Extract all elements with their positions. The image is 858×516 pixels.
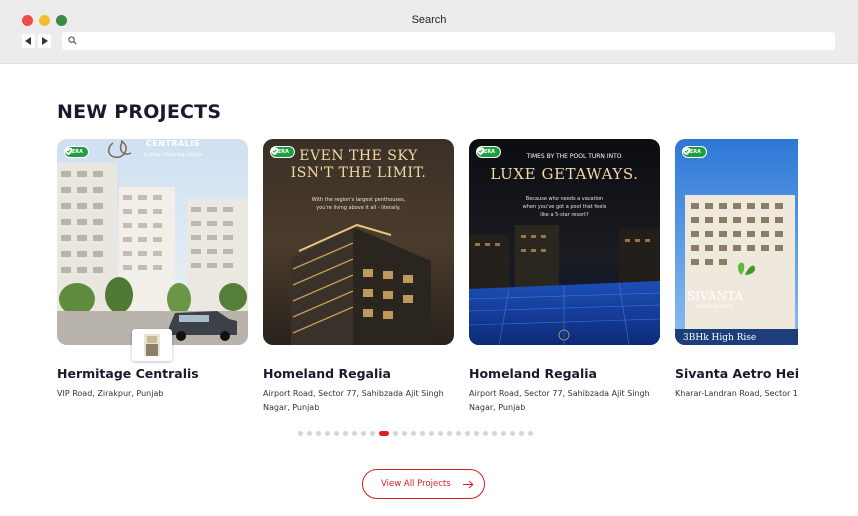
window-title: Search <box>411 14 447 26</box>
pagination-dot[interactable] <box>519 431 524 436</box>
project-address: Airport Road, Sector 77, Sahibzada Ajit … <box>469 389 650 412</box>
view-all-projects-label: View All Projects <box>381 479 451 489</box>
brand-subtext: AETRO HEIGHTS <box>696 305 734 310</box>
headline-big: LUXE GETAWAYS. <box>490 165 639 183</box>
project-card[interactable]: RERA EVEN THE SKY ISN'T THE LIMIT. With … <box>263 139 454 415</box>
forward-button[interactable] <box>38 34 51 48</box>
pagination-dot[interactable] <box>528 431 533 436</box>
search-icon <box>68 36 77 45</box>
brand-tagline: Crafting A Blooming Lifestyle <box>143 152 203 157</box>
pagination-dot[interactable] <box>429 431 434 436</box>
project-address: Airport Road, Sector 77, Sahibzada Ajit … <box>263 389 444 412</box>
pagination-dot[interactable] <box>420 431 425 436</box>
subline-2: when you've got a pool that feels <box>522 204 607 210</box>
carousel-pagination <box>298 431 533 436</box>
subline-2: you're living above it all - literally. <box>316 205 401 211</box>
building-photo <box>57 139 248 345</box>
project-title[interactable]: Homeland Regalia <box>263 366 454 381</box>
pagination-dot[interactable] <box>438 431 443 436</box>
project-title[interactable]: Hermitage Centralis <box>57 366 248 381</box>
projects-carousel[interactable]: RERA CENTRALIS Crafting A Blooming Lifes… <box>57 139 798 429</box>
thumbnail-image[interactable] <box>132 329 172 361</box>
pagination-dot[interactable] <box>492 431 497 436</box>
pagination-dot[interactable] <box>361 431 366 436</box>
subline-1: With the region's largest penthouses, <box>311 197 406 203</box>
project-address: VIP Road, Zirakpur, Punjab <box>57 389 164 398</box>
pagination-dot[interactable] <box>343 431 348 436</box>
headline-line-2: ISN'T THE LIMIT. <box>290 165 427 181</box>
project-title[interactable]: Sivanta Aetro Heights <box>675 366 798 381</box>
project-card[interactable]: RERA SIVANTA AETRO HEIGHTS 3BHk High Ris… <box>675 139 798 401</box>
address-bar[interactable] <box>62 32 835 50</box>
project-image[interactable]: RERA TIMES BY THE POOL TURN INTO LUXE GE… <box>469 139 660 345</box>
pagination-dot[interactable] <box>307 431 312 436</box>
shield-icon <box>65 147 72 155</box>
banner-text: 3BHk High Rise <box>683 333 757 343</box>
project-address: Kharar-Landran Road, Sector 115, Punjab <box>675 389 798 398</box>
forward-arrow-icon <box>42 37 48 45</box>
pagination-dot[interactable] <box>411 431 416 436</box>
headline-line-1: EVEN THE SKY <box>299 148 418 164</box>
subline-3: like a 5-star resort? <box>540 212 589 218</box>
pagination-dot[interactable] <box>501 431 506 436</box>
project-title[interactable]: Homeland Regalia <box>469 366 660 381</box>
back-button[interactable] <box>22 34 35 48</box>
pagination-dot[interactable] <box>298 431 303 436</box>
subline-1: Because who needs a vacation <box>525 196 604 202</box>
thumbnail-icon <box>144 334 160 356</box>
building-photo <box>675 139 798 345</box>
project-image[interactable]: RERA CENTRALIS Crafting A Blooming Lifes… <box>57 139 248 345</box>
brand-text: CENTRALIS <box>145 139 201 148</box>
pagination-dot[interactable] <box>334 431 339 436</box>
pagination-dot[interactable] <box>370 431 375 436</box>
pagination-dot[interactable] <box>316 431 321 436</box>
rera-badge: RERA <box>682 146 707 158</box>
pagination-dot[interactable] <box>456 431 461 436</box>
project-image[interactable]: RERA SIVANTA AETRO HEIGHTS 3BHk High Ris… <box>675 139 798 345</box>
project-card[interactable]: RERA CENTRALIS Crafting A Blooming Lifes… <box>57 139 248 401</box>
pagination-dot[interactable] <box>447 431 452 436</box>
shield-icon <box>477 147 484 155</box>
pagination-dot[interactable] <box>510 431 515 436</box>
pagination-dot[interactable] <box>474 431 479 436</box>
pagination-dot[interactable] <box>352 431 357 436</box>
section-heading: NEW PROJECTS <box>57 101 222 123</box>
headline-small: TIMES BY THE POOL TURN INTO <box>526 153 622 160</box>
rera-badge: RERA <box>476 146 501 158</box>
view-all-projects-button[interactable]: View All Projects <box>362 469 485 499</box>
back-arrow-icon <box>25 37 31 45</box>
rera-badge: RERA <box>64 146 89 158</box>
arrow-right-icon <box>463 480 474 489</box>
shield-icon <box>683 147 690 155</box>
pagination-dot[interactable] <box>465 431 470 436</box>
pagination-dot[interactable] <box>402 431 407 436</box>
brand-text: SIVANTA <box>687 289 743 303</box>
browser-chrome: Search <box>0 0 858 64</box>
pagination-dot[interactable] <box>325 431 330 436</box>
pagination-dot[interactable] <box>393 431 398 436</box>
project-card[interactable]: RERA TIMES BY THE POOL TURN INTO LUXE GE… <box>469 139 660 415</box>
pagination-dot[interactable] <box>483 431 488 436</box>
pagination-dot-active[interactable] <box>379 431 389 436</box>
project-image[interactable]: RERA EVEN THE SKY ISN'T THE LIMIT. With … <box>263 139 454 345</box>
